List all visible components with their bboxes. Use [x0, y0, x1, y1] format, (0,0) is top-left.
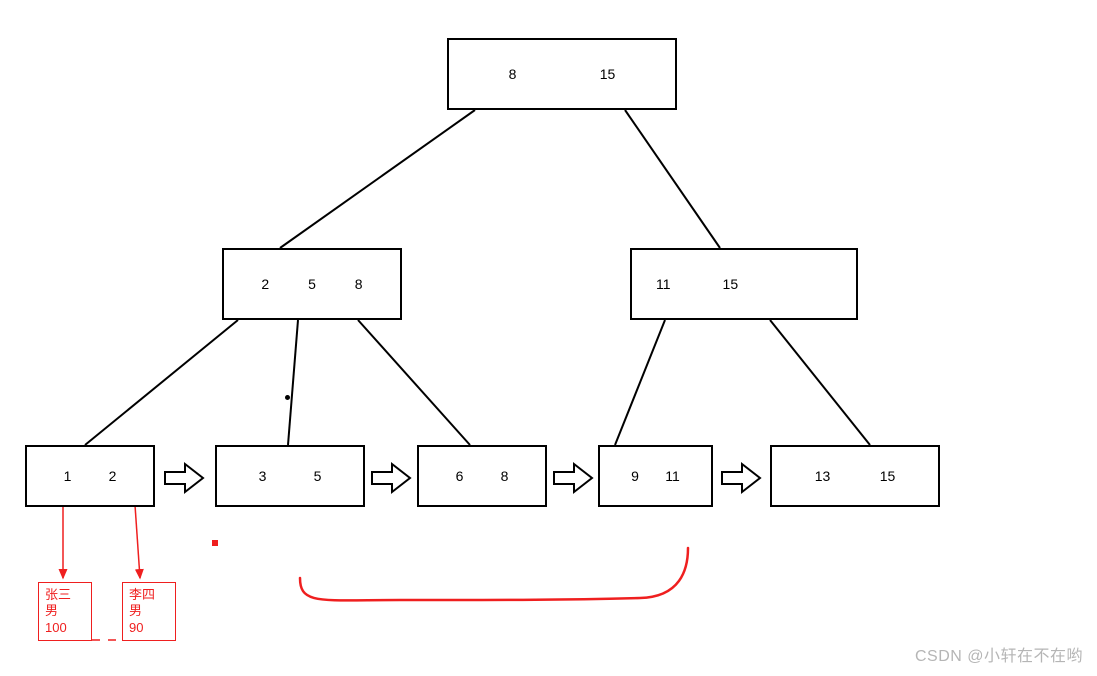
leaf1-key-0: 1: [58, 468, 78, 484]
record-1-name: 张三: [45, 587, 85, 603]
record-1-score: 100: [45, 620, 85, 636]
root-node: 8 15: [447, 38, 677, 110]
leaf-node-3: 6 8: [417, 445, 547, 507]
leaf3-key-1: 8: [495, 468, 515, 484]
leaf2-key-0: 3: [253, 468, 273, 484]
root-key-0: 8: [503, 66, 523, 82]
record-1-gender: 男: [45, 603, 85, 619]
leaf4-key-0: 9: [625, 468, 645, 484]
internal-left-key-0: 2: [255, 276, 275, 292]
internal-right-key-1: 15: [717, 276, 745, 292]
internal-left-keys: 2 5 8: [224, 250, 400, 318]
leaf-link-arrow-2: [370, 460, 412, 496]
leaf5-key-1: 15: [874, 468, 902, 484]
record-2-gender: 男: [129, 603, 169, 619]
root-key-1: 15: [594, 66, 622, 82]
stray-dot: [285, 395, 290, 400]
leaf-node-1: 1 2: [25, 445, 155, 507]
internal-node-left: 2 5 8: [222, 248, 402, 320]
watermark: CSDN @小轩在不在哟: [915, 642, 1083, 666]
leaf4-keys: 9 11: [600, 447, 711, 505]
leaf-link-arrow-1: [163, 460, 205, 496]
leaf-node-5: 13 15: [770, 445, 940, 507]
leaf5-key-0: 13: [809, 468, 837, 484]
leaf-node-4: 9 11: [598, 445, 713, 507]
leaf1-key-1: 2: [103, 468, 123, 484]
internal-right-key-0: 11: [650, 276, 677, 292]
internal-left-key-1: 5: [302, 276, 322, 292]
leaf4-key-1: 11: [659, 468, 686, 484]
leaf3-keys: 6 8: [419, 447, 545, 505]
leaf-node-2: 3 5: [215, 445, 365, 507]
leaf1-keys: 1 2: [27, 447, 153, 505]
leaf-link-arrow-3: [552, 460, 594, 496]
leaf2-key-1: 5: [308, 468, 328, 484]
internal-node-right: 11 15: [630, 248, 858, 320]
record-1: 张三 男 100: [38, 582, 92, 641]
leaf5-keys: 13 15: [772, 447, 938, 505]
record-2-score: 90: [129, 620, 169, 636]
root-keys: 8 15: [449, 40, 675, 108]
internal-right-keys: 11 15: [632, 250, 856, 318]
leaf2-keys: 3 5: [217, 447, 363, 505]
record-2: 李四 男 90: [122, 582, 176, 641]
leaf3-key-0: 6: [450, 468, 470, 484]
record-2-name: 李四: [129, 587, 169, 603]
leaf-link-arrow-4: [720, 460, 762, 496]
internal-left-key-2: 8: [349, 276, 369, 292]
